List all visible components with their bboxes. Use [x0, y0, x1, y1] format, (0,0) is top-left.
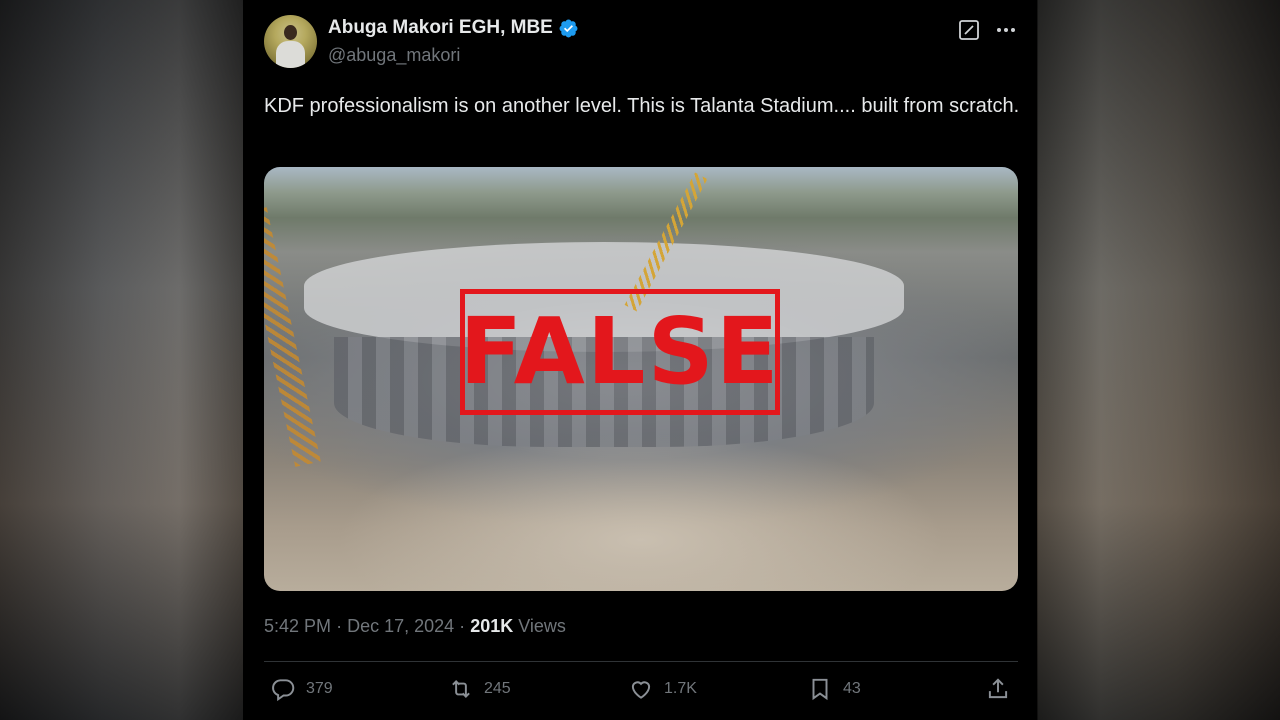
action-bar: 379 245 1.7K 43 — [243, 676, 1037, 716]
meta-separator: · — [336, 616, 343, 636]
false-stamp: FALSE — [459, 289, 781, 415]
tweet-meta: 5:42 PM · Dec 17, 2024 · 201K Views — [264, 616, 566, 637]
like-icon — [631, 681, 651, 699]
bookmark-icon — [812, 678, 828, 701]
avatar-body — [276, 41, 305, 68]
share-button[interactable] — [985, 676, 1021, 702]
author-display-name[interactable]: Abuga Makori EGH, MBE — [328, 17, 553, 39]
repost-button[interactable]: 245 — [448, 676, 511, 702]
bookmark-count: 43 — [843, 680, 861, 697]
avatar[interactable] — [264, 15, 317, 68]
share-icon — [988, 678, 1008, 699]
tweet-text: KDF professionalism is on another level.… — [264, 95, 1020, 117]
divider — [264, 661, 1018, 662]
reply-count: 379 — [306, 680, 333, 697]
verified-badge-icon — [559, 19, 578, 37]
views-count: 201K — [470, 616, 514, 636]
like-button[interactable]: 1.7K — [628, 676, 697, 702]
views-label: Views — [518, 616, 566, 636]
repost-icon — [452, 680, 470, 698]
author-row: Abuga Makori EGH, MBE — [328, 17, 579, 39]
like-count: 1.7K — [664, 680, 697, 697]
reply-button[interactable]: 379 — [270, 676, 333, 702]
grok-icon[interactable] — [958, 19, 980, 41]
repost-count: 245 — [484, 680, 511, 697]
reply-icon — [272, 679, 295, 702]
author-handle[interactable]: @abuga_makori — [328, 45, 460, 66]
tweet-time[interactable]: 5:42 PM — [264, 616, 331, 636]
bookmark-button[interactable]: 43 — [807, 676, 861, 702]
avatar-head — [284, 25, 297, 40]
tweet-media-image[interactable]: FALSE — [264, 167, 1018, 591]
false-stamp-text: FALSE — [459, 298, 781, 405]
crane-left — [264, 207, 321, 467]
tweet-card: Abuga Makori EGH, MBE @abuga_makori KDF … — [243, 0, 1037, 720]
meta-separator: · — [459, 616, 466, 636]
tweet-date[interactable]: Dec 17, 2024 — [347, 616, 454, 636]
more-icon[interactable] — [994, 19, 1018, 41]
